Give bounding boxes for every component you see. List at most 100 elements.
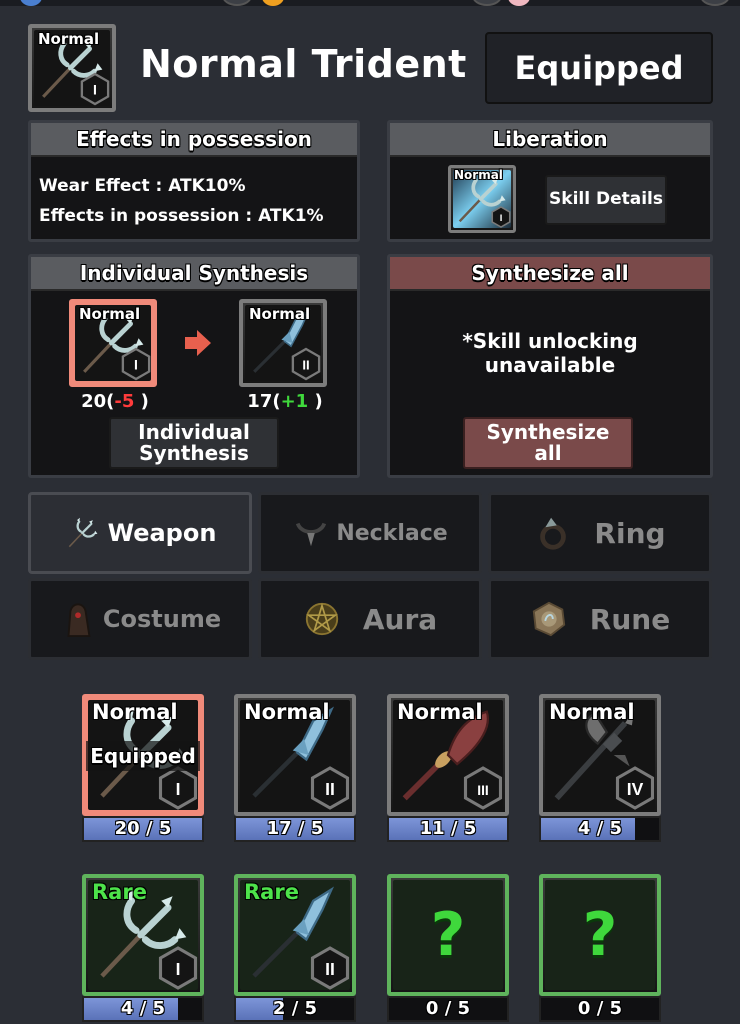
inventory-slot[interactable]: ? 0 / 5: [387, 874, 509, 1022]
tab-label: Aura: [362, 602, 438, 636]
tier-badge: IV: [615, 766, 655, 810]
target-count: 17(+1 ): [235, 391, 335, 412]
tab-label: Costume: [102, 605, 222, 633]
count-text: 17 / 5: [266, 818, 324, 839]
tier-badge: III: [463, 766, 503, 810]
tier-badge: II: [310, 766, 350, 810]
count-text: 0 / 5: [425, 998, 471, 1019]
svg-text:II: II: [325, 779, 335, 799]
tab-aura[interactable]: Aura: [258, 578, 482, 660]
count-progress-bar: 0 / 5: [539, 996, 661, 1022]
ticket-icon: [508, 0, 530, 6]
inventory-slot[interactable]: ? 0 / 5: [539, 874, 661, 1022]
inventory-item-icon[interactable]: Normal II: [234, 694, 356, 816]
tier-badge: II: [291, 347, 321, 381]
inventory-item-icon[interactable]: Normal III: [387, 694, 509, 816]
ring-icon: [534, 514, 572, 552]
tab-weapon[interactable]: Weapon: [28, 492, 252, 574]
inventory-item-icon[interactable]: Normal I Equipped: [82, 694, 204, 816]
tier-badge: I: [80, 72, 110, 106]
tab-label: Ring: [594, 516, 666, 550]
target-count-close: ): [308, 391, 323, 412]
count-progress-bar: 11 / 5: [387, 816, 509, 842]
source-count-value: 20(: [81, 391, 115, 412]
source-count-delta: -5: [114, 391, 135, 412]
equipped-button[interactable]: Equipped: [485, 32, 713, 104]
count-progress-bar: 2 / 5: [234, 996, 356, 1022]
tab-label: Rune: [589, 602, 671, 636]
item-grade-label: Rare: [244, 880, 299, 904]
add-gold-button[interactable]: [472, 0, 502, 6]
svg-text:II: II: [325, 959, 335, 979]
item-grade-label: Rare: [92, 880, 147, 904]
costume-icon: [59, 600, 97, 638]
item-title: Normal Trident: [140, 42, 467, 86]
button-label-line-1: Individual: [138, 420, 250, 444]
gem-icon: [20, 0, 42, 6]
tab-necklace[interactable]: Necklace: [258, 492, 482, 574]
tier-badge: I: [121, 347, 151, 381]
tab-costume[interactable]: Costume: [28, 578, 252, 660]
button-label-line-1: Synthesize: [486, 420, 610, 444]
count-progress-bar: 0 / 5: [387, 996, 509, 1022]
svg-text:I: I: [500, 213, 503, 223]
inventory-slot[interactable]: Normal III 11 / 5: [387, 694, 509, 842]
svg-text:I: I: [176, 959, 181, 979]
inventory-item-icon[interactable]: ?: [387, 874, 509, 996]
liberation-panel: Liberation Normal I Skill Details: [387, 120, 713, 242]
possession-effect-text: Effects in possession : ATK1%: [39, 206, 324, 226]
count-text: 2 / 5: [272, 998, 318, 1019]
source-count-close: ): [134, 391, 149, 412]
effects-panel: Effects in possession Wear Effect : ATK1…: [28, 120, 360, 242]
pentagram-icon: [303, 600, 341, 638]
inventory-slot[interactable]: Normal I Equipped 20 / 5: [82, 694, 204, 842]
skill-unlock-notice-line-2: unavailable: [484, 353, 616, 377]
inventory-item-icon[interactable]: Rare II: [234, 874, 356, 996]
inventory-item-icon[interactable]: ?: [539, 874, 661, 996]
skill-details-button[interactable]: Skill Details: [545, 175, 667, 225]
target-count-delta: +1: [280, 391, 309, 412]
svg-text:I: I: [134, 357, 138, 373]
individual-synthesis-panel: Individual Synthesis Normal I Normal II …: [28, 254, 360, 478]
inventory-slot[interactable]: Rare I 4 / 5: [82, 874, 204, 1022]
synthesis-target-item: Normal II: [239, 299, 327, 387]
item-grade-label: Normal: [92, 700, 178, 724]
button-label-line-2: all: [534, 441, 562, 465]
svg-text:I: I: [176, 779, 181, 799]
individual-synthesis-title: Individual Synthesis: [31, 257, 357, 291]
inventory-item-icon[interactable]: Rare I: [82, 874, 204, 996]
gold-icon: [262, 0, 284, 6]
synthesize-all-button[interactable]: Synthesize all: [463, 417, 633, 469]
count-progress-bar: 20 / 5: [82, 816, 204, 842]
synthesis-source-item: Normal I: [69, 299, 157, 387]
inventory-slot[interactable]: Normal II 17 / 5: [234, 694, 356, 842]
inventory-slot[interactable]: Rare II 2 / 5: [234, 874, 356, 1022]
add-ticket-button[interactable]: [700, 0, 730, 6]
count-progress-bar: 17 / 5: [234, 816, 356, 842]
effects-panel-title: Effects in possession: [31, 123, 357, 157]
count-text: 20 / 5: [114, 818, 172, 839]
tier-badge: I: [491, 206, 511, 228]
inventory-item-icon[interactable]: Normal IV: [539, 694, 661, 816]
item-grade-label: Normal: [38, 30, 100, 48]
tab-rune[interactable]: Rune: [488, 578, 712, 660]
wear-effect-text: Wear Effect : ATK10%: [39, 176, 246, 196]
svg-text:IV: IV: [627, 779, 644, 799]
liberation-panel-title: Liberation: [390, 123, 710, 157]
inventory-slot[interactable]: Normal IV 4 / 5: [539, 694, 661, 842]
liberation-skill-icon[interactable]: Normal I: [448, 165, 516, 233]
count-text: 11 / 5: [419, 818, 477, 839]
count-text: 4 / 5: [577, 818, 623, 839]
liberation-grade-label: Normal: [454, 168, 503, 182]
count-text: 4 / 5: [120, 998, 166, 1019]
count-text: 0 / 5: [577, 998, 623, 1019]
tier-badge: I: [158, 946, 198, 990]
resource-bar: [0, 0, 740, 6]
arrow-right-icon: [185, 330, 211, 356]
category-tabs: Weapon Necklace Ring Costume Aura Rune: [28, 492, 712, 662]
svg-text:III: III: [477, 783, 488, 798]
add-gems-button[interactable]: [222, 0, 252, 6]
item-grade-label: Normal: [249, 305, 311, 323]
individual-synthesis-button[interactable]: Individual Synthesis: [109, 417, 279, 469]
tab-ring[interactable]: Ring: [488, 492, 712, 574]
